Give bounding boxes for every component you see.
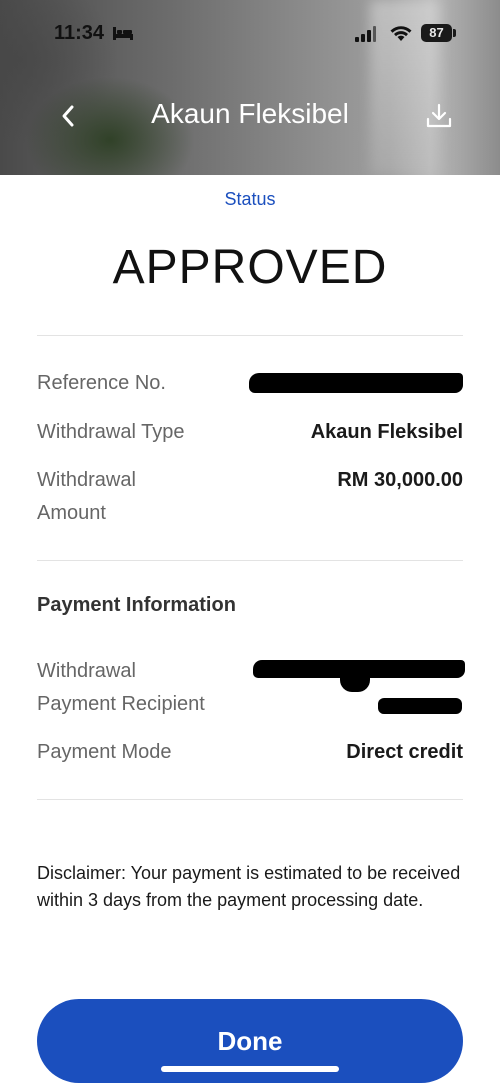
- payment-mode-label: Payment Mode: [37, 741, 172, 763]
- divider: [37, 560, 463, 561]
- status-time: 11:34: [54, 22, 105, 44]
- payment-section-title: Payment Information: [37, 594, 236, 616]
- reference-label: Reference No.: [37, 372, 166, 394]
- battery-tip: [453, 29, 456, 37]
- download-icon[interactable]: [424, 101, 454, 131]
- wifi-icon: [390, 26, 412, 41]
- status-label: Status: [224, 189, 276, 209]
- home-indicator: [161, 1066, 339, 1072]
- divider: [37, 799, 463, 800]
- header-banner: 11:34 87 Akaun Fleksibel: [0, 0, 500, 175]
- signal-icon: [355, 26, 376, 42]
- recipient-label-line1: Withdrawal: [37, 660, 136, 682]
- amount-value: RM 30,000.00: [337, 469, 463, 491]
- battery-indicator: 87: [421, 24, 452, 42]
- redacted-recipient-value: [340, 672, 370, 692]
- redacted-recipient-value: [378, 698, 462, 714]
- status-value: APPROVED: [112, 241, 388, 294]
- withdrawal-type-value: Akaun Fleksibel: [310, 421, 463, 443]
- status-bar: 11:34 87: [0, 0, 500, 70]
- amount-label-line2: Amount: [37, 502, 106, 524]
- recipient-label-line2: Payment Recipient: [37, 693, 205, 715]
- amount-label-line1: Withdrawal: [37, 469, 136, 491]
- payment-mode-value: Direct credit: [346, 741, 463, 763]
- disclaimer-text: Disclaimer: Your payment is estimated to…: [37, 863, 461, 910]
- bed-icon: [113, 27, 133, 40]
- divider: [37, 335, 463, 336]
- redacted-reference-value: [249, 373, 463, 393]
- withdrawal-type-label: Withdrawal Type: [37, 421, 185, 443]
